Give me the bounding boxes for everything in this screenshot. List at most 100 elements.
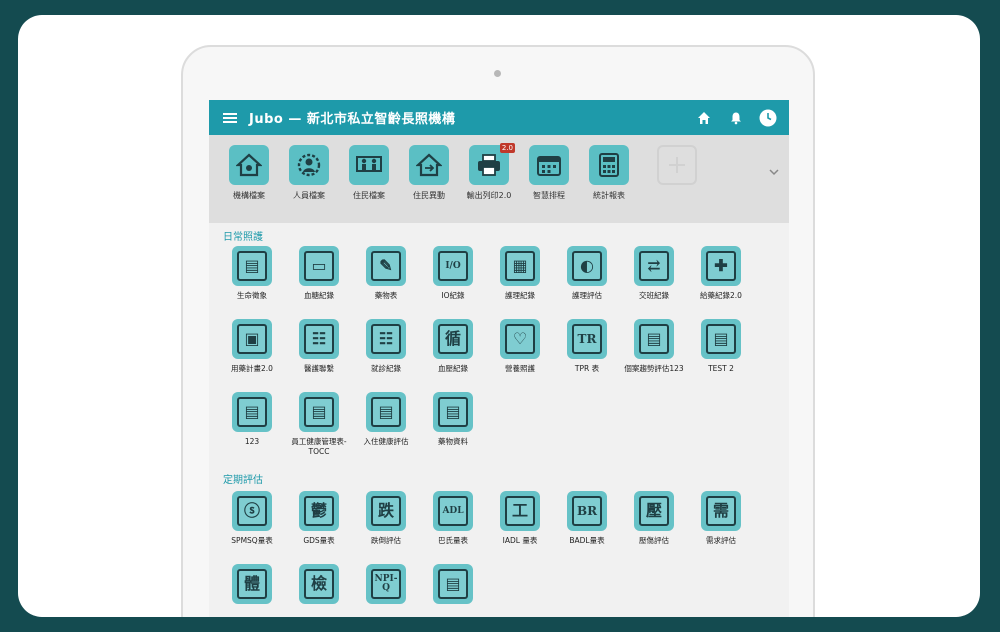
feature-tile[interactable]: ▤ 員工健康管理表-TOCC (286, 392, 352, 457)
feature-tile[interactable]: 檢 (286, 564, 352, 609)
feature-label: 員工健康管理表-TOCC (291, 437, 347, 457)
quick-item-label: 人員檔案 (293, 191, 325, 200)
feature-tile[interactable]: BR BADL量表 (554, 491, 620, 546)
feature-icon-glyph: ☷ (304, 324, 334, 354)
feature-tile[interactable]: ▤ 123 (219, 392, 285, 447)
house-exchange-icon (409, 145, 449, 185)
feature-label: 入住健康評估 (363, 437, 409, 446)
feature-icon-glyph: ▤ (438, 397, 468, 427)
feature-tile[interactable]: 工 IADL 量表 (487, 491, 553, 546)
quick-item-institution[interactable]: 機構檔案 (219, 145, 279, 201)
house-icon (229, 145, 269, 185)
quick-item-schedule[interactable]: 智慧排程 (519, 145, 579, 201)
feature-icon-glyph: ▤ (371, 397, 401, 427)
tablet-camera (494, 70, 501, 77)
feature-icon-glyph: ⇄ (639, 251, 669, 281)
quick-add-button[interactable] (647, 145, 707, 185)
app-title: Jubo — 新北市私立智齡長照機構 (249, 112, 456, 127)
feature-icon-glyph: ▤ (304, 397, 334, 427)
feature-tile[interactable]: ▤ 入住健康評估 (353, 392, 419, 447)
feature-tile[interactable]: NPI-Q (353, 564, 419, 609)
quick-item-resident-changes[interactable]: 住民異動 (399, 145, 459, 201)
feature-icon-glyph: TR (572, 324, 602, 354)
feature-icon: ✚ (701, 246, 741, 286)
section-title-periodic: 定期評估 (223, 475, 263, 486)
feature-label: 醫護聯繫 (304, 364, 334, 373)
feature-icon-glyph: 工 (505, 496, 535, 526)
feature-icon-glyph: ▦ (505, 251, 535, 281)
feature-label: 血糖紀錄 (304, 291, 334, 300)
feature-tile[interactable]: 跌跌倒評估 (353, 491, 419, 546)
feature-tile[interactable]: 壓壓傷評估 (621, 491, 687, 546)
home-icon[interactable] (693, 107, 715, 129)
calendar-icon (529, 145, 569, 185)
feature-label: 給藥紀錄2.0 (700, 291, 742, 300)
feature-label: SPMSQ量表 (231, 536, 273, 545)
feature-tile[interactable]: ☷ 就診紀錄 (353, 319, 419, 374)
feature-tile[interactable]: 循血壓紀錄 (420, 319, 486, 374)
feature-icon: ▤ (634, 319, 674, 359)
feature-tile[interactable]: ♡ 營養照護 (487, 319, 553, 374)
feature-icon-glyph: ADL (438, 496, 468, 526)
chevron-down-icon[interactable] (767, 165, 781, 179)
feature-tile[interactable]: 體 (219, 564, 285, 609)
residents-icon (349, 145, 389, 185)
bell-icon[interactable] (725, 107, 747, 129)
feature-tile[interactable]: ▤ (420, 564, 486, 609)
feature-icon: 循 (433, 319, 473, 359)
feature-tile[interactable]: ✚ 給藥紀錄2.0 (688, 246, 754, 301)
feature-icon-glyph: BR (572, 496, 602, 526)
feature-tile[interactable]: 鬱 GDS量表 (286, 491, 352, 546)
feature-tile[interactable]: ▤ 藥物資料 (420, 392, 486, 447)
feature-icon: ♡ (500, 319, 540, 359)
feature-tile[interactable]: ◐ 護理評估 (554, 246, 620, 301)
feature-icon: NPI-Q (366, 564, 406, 604)
feature-icon: ▦ (500, 246, 540, 286)
section-title-daily: 日常照護 (223, 232, 263, 243)
app-header: Jubo — 新北市私立智齡長照機構 (209, 100, 789, 135)
feature-tile[interactable]: ADL 巴氏量表 (420, 491, 486, 546)
feature-tile[interactable]: ▦ 護理紀錄 (487, 246, 553, 301)
feature-label: 藥物表 (374, 291, 398, 300)
feature-label: 生命徵象 (237, 291, 267, 300)
feature-label: TEST 2 (708, 364, 734, 373)
feature-tile[interactable]: ⇄ 交班紀錄 (621, 246, 687, 301)
quick-item-print[interactable]: 2.0 輸出列印2.0 (459, 143, 519, 201)
feature-tile[interactable]: ▤ TEST 2 (688, 319, 754, 374)
feature-tile[interactable]: ▤ 生命徵象 (219, 246, 285, 301)
feature-icon: ▭ (299, 246, 339, 286)
feature-tile[interactable]: TR TPR 表 (554, 319, 620, 374)
feature-tile[interactable]: ▣ 用藥計畫2.0 (219, 319, 285, 374)
feature-icon: ▤ (299, 392, 339, 432)
feature-tile[interactable]: ⓢ SPMSQ量表 (219, 491, 285, 546)
menu-icon[interactable] (223, 112, 237, 123)
feature-icon: ▤ (433, 392, 473, 432)
feature-tile[interactable]: ▭ 血糖紀錄 (286, 246, 352, 301)
feature-icon-glyph: ▤ (639, 324, 669, 354)
feature-tile[interactable]: 需需求評估 (688, 491, 754, 546)
staff-icon (289, 145, 329, 185)
feature-tile[interactable]: ✎ 藥物表 (353, 246, 419, 301)
feature-icon: ⇄ (634, 246, 674, 286)
app-screen: Jubo — 新北市私立智齡長照機構 機構檔案 人員檔案 住民檔案 住民異動 2… (209, 100, 789, 617)
quick-item-residents[interactable]: 住民檔案 (339, 145, 399, 201)
quick-item-staff[interactable]: 人員檔案 (279, 145, 339, 201)
feature-icon-glyph: 壓 (639, 496, 669, 526)
feature-tile[interactable]: I/O IO紀錄 (420, 246, 486, 301)
feature-label: GDS量表 (303, 536, 335, 545)
feature-icon-glyph: ♡ (505, 324, 535, 354)
clock-icon[interactable] (757, 107, 779, 129)
feature-icon: ▣ (232, 319, 272, 359)
feature-tile[interactable]: ▤ 個案趨勢評估123 (621, 319, 687, 374)
feature-icon-glyph: 需 (706, 496, 736, 526)
feature-label: 營養照護 (505, 364, 535, 373)
feature-label: 需求評估 (706, 536, 736, 545)
quick-item-statistics[interactable]: 統計報表 (579, 145, 639, 201)
feature-icon: 檢 (299, 564, 339, 604)
feature-icon-glyph: ⓢ (237, 496, 267, 526)
feature-tile[interactable]: ☷ 醫護聯繫 (286, 319, 352, 374)
feature-label: 跌倒評估 (371, 536, 401, 545)
feature-icon-glyph: ▤ (237, 397, 267, 427)
feature-icon-glyph: 循 (438, 324, 468, 354)
feature-icon: ✎ (366, 246, 406, 286)
